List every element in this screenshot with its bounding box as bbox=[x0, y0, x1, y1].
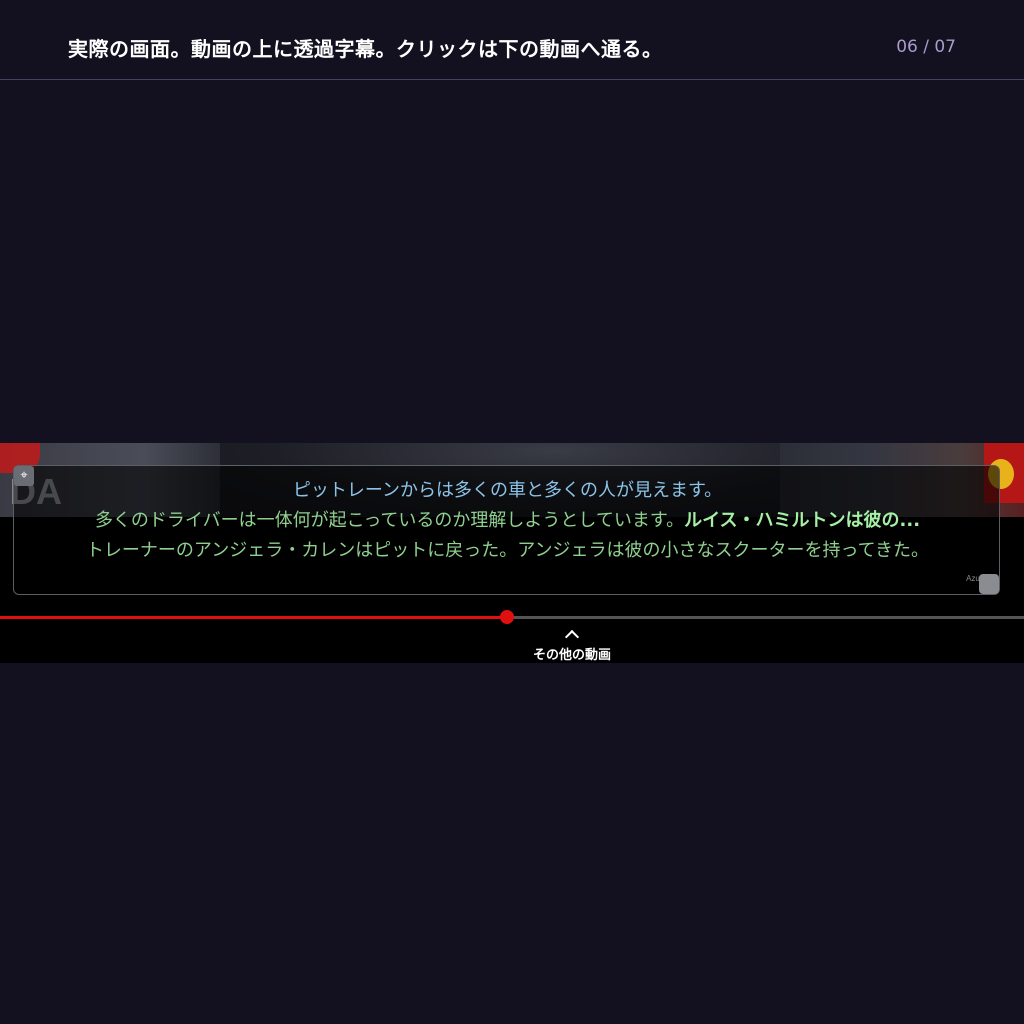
more-videos-button[interactable]: その他の動画 bbox=[472, 626, 672, 663]
more-videos-label: その他の動画 bbox=[532, 648, 611, 663]
subtitle-overlay: ⌖ ピットレーンからは多くの車と多くの人が見えます。 多くのドライバーは一体何が… bbox=[13, 465, 1000, 595]
slide-header: 実際の画面。動画の上に透過字幕。クリックは下の動画へ通る。 06 / 07 bbox=[0, 0, 1024, 80]
page: 実際の画面。動画の上に透過字幕。クリックは下の動画へ通る。 06 / 07 DA… bbox=[0, 0, 1024, 1024]
subtitle-line-2-bold: ルイス・ハミルトンは彼の... bbox=[684, 510, 921, 531]
subtitle-line-2-normal: 多くのドライバーは一体何が起こっているのか理解しようとしています。 bbox=[94, 510, 685, 531]
progress-scrubber[interactable] bbox=[499, 610, 514, 624]
slide-title: 実際の画面。動画の上に透過字幕。クリックは下の動画へ通る。 bbox=[68, 37, 663, 61]
slide-counter: 06 / 07 bbox=[896, 37, 956, 57]
chevron-up-icon bbox=[564, 629, 580, 645]
resize-icon[interactable] bbox=[979, 574, 999, 594]
progress-fill bbox=[0, 616, 507, 619]
subtitle-line-2: 多くのドライバーは一体何が起こっているのか理解しようとしています。ルイス・ハミル… bbox=[14, 506, 1001, 532]
subtitle-line-3: トレーナーのアンジェラ・カレンはピットに戻った。アンジェラは彼の小さなスクーター… bbox=[85, 540, 930, 561]
subtitle-line-1: ピットレーンからは多くの車と多くの人が見えます。 bbox=[292, 480, 723, 501]
progress-bar[interactable] bbox=[0, 610, 1024, 624]
